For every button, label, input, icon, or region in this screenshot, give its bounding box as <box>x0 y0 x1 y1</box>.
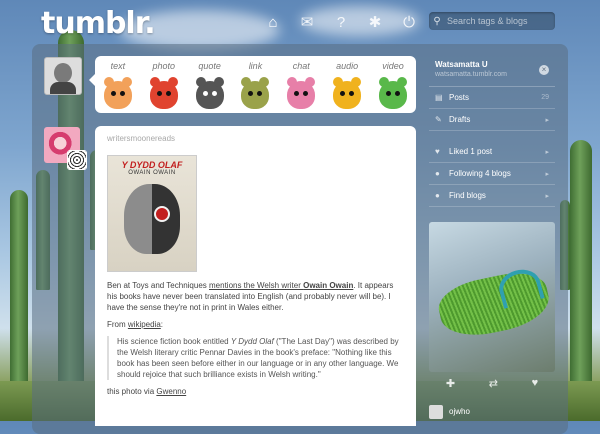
post-type-label: text <box>110 61 126 71</box>
wikipedia-link[interactable]: wikipedia <box>128 320 161 329</box>
book-title: Y DYDD OLAF <box>121 160 183 170</box>
book-author: OWAIN OWAIN <box>128 170 176 176</box>
dashboard-post: writersmoonereads Y DYDD OLAF OWAIN OWAI… <box>95 126 416 426</box>
text-mascot-icon <box>103 77 132 109</box>
chevron-right-icon: ▸ <box>545 192 549 200</box>
quote-text: His science fiction book entitled <box>117 337 231 346</box>
sidebar-item-label: Following 4 blogs <box>449 169 511 178</box>
post-type-audio-button[interactable]: audio <box>329 59 365 109</box>
search-icon: ⚲ <box>433 15 441 27</box>
power-icon[interactable]: ⏻ <box>392 12 426 32</box>
post-type-label: audio <box>336 61 359 71</box>
sidebar-item-label: Find blogs <box>449 191 486 200</box>
sidebar-item-label: Drafts <box>449 115 471 124</box>
help-icon[interactable]: ? <box>324 12 358 32</box>
new-post-bar: text photo quote link chat audio video <box>89 56 416 113</box>
sidebar-item-label: Posts <box>449 93 470 102</box>
posts-count: 29 <box>541 94 549 101</box>
chevron-right-icon: ▸ <box>545 170 549 178</box>
sidebar-item-following[interactable]: ● Following 4 blogs ▸ <box>429 163 555 185</box>
search-box: ⚲ <box>429 12 555 30</box>
post-type-label: chat <box>292 61 310 71</box>
add-icon[interactable]: ✚ <box>446 377 455 390</box>
photo-mascot-icon <box>149 77 178 109</box>
account-url: watsamatta.tumblr.com <box>435 71 507 78</box>
sidebar-item-drafts[interactable]: ✎ Drafts ▸ <box>429 109 555 131</box>
post-text: this photo via <box>107 387 157 396</box>
sidebar-item-likes[interactable]: ♥ Liked 1 post ▸ <box>429 141 555 163</box>
reblog-icon[interactable]: ⇄ <box>489 377 498 390</box>
post-type-chat-button[interactable]: chat <box>283 59 319 109</box>
quote-book-title: Y Dydd Olaf <box>230 337 274 346</box>
top-nav: ⌂ ✉ ? ✱ ⏻ <box>256 12 426 32</box>
tumblr-logo[interactable]: tumblr. <box>41 6 156 41</box>
post-type-text-button[interactable]: text <box>100 59 136 109</box>
heart-icon: ♥ <box>435 147 440 156</box>
sidebar-item-posts[interactable]: ▤ Posts 29 <box>429 87 555 109</box>
video-mascot-icon <box>378 77 407 109</box>
sidebar: Watsamatta U watsamatta.tumblr.com × ▤ Po… <box>429 56 555 207</box>
radar-actions: ✚ ⇄ ♥ <box>429 377 555 390</box>
post-photo[interactable]: Y DYDD OLAF OWAIN OWAIN <box>107 155 197 272</box>
quote-mascot-icon <box>195 77 224 109</box>
posts-icon: ▤ <box>435 93 443 102</box>
owain-owain-link[interactable]: Owain Owain <box>303 281 353 290</box>
drafts-icon: ✎ <box>435 115 442 124</box>
post-type-link-button[interactable]: link <box>237 59 273 109</box>
avatar <box>429 404 443 419</box>
post-body: Ben at Toys and Techniques mentions the … <box>107 280 404 403</box>
account-name: Watsamatta U <box>435 60 488 69</box>
people-icon: ● <box>435 191 440 200</box>
radar-photo[interactable] <box>429 222 555 372</box>
link-mascot-icon <box>241 77 270 109</box>
post-type-photo-button[interactable]: photo <box>146 59 182 109</box>
reblog-source-avatar[interactable] <box>67 150 87 170</box>
chevron-right-icon: ▸ <box>545 148 549 156</box>
post-type-label: quote <box>198 61 221 71</box>
post-text: : <box>160 320 164 329</box>
sidebar-item-find-blogs[interactable]: ● Find blogs ▸ <box>429 185 555 207</box>
mail-icon[interactable]: ✉ <box>290 12 324 32</box>
person-icon: ● <box>435 169 440 178</box>
post-username[interactable]: writersmoonereads <box>107 134 175 143</box>
close-icon[interactable]: × <box>539 65 549 75</box>
post-type-label: photo <box>152 61 176 71</box>
post-type-video-button[interactable]: video <box>375 59 411 109</box>
like-heart-icon[interactable]: ♥ <box>532 377 539 390</box>
audio-mascot-icon <box>333 77 362 109</box>
avatar[interactable] <box>44 57 82 95</box>
account-header[interactable]: Watsamatta U watsamatta.tumblr.com × <box>429 56 555 87</box>
radar-follower[interactable]: ojwho <box>429 402 555 421</box>
post-type-quote-button[interactable]: quote <box>192 59 228 109</box>
post-type-label: link <box>248 61 263 71</box>
cactus-right <box>560 140 592 421</box>
post-type-label: video <box>382 61 404 71</box>
follower-name: ojwho <box>449 407 470 416</box>
blockquote: His science fiction book entitled Y Dydd… <box>107 336 404 380</box>
via-link[interactable]: Gwenno <box>156 387 186 396</box>
mentions-link[interactable]: mentions the Welsh writer <box>209 281 303 290</box>
search-input[interactable] <box>445 15 553 27</box>
post-text: Ben at Toys and Techniques <box>107 281 209 290</box>
chat-mascot-icon <box>287 77 316 109</box>
home-icon[interactable]: ⌂ <box>256 12 290 32</box>
settings-gear-icon[interactable]: ✱ <box>358 12 392 32</box>
post-text: From <box>107 320 128 329</box>
chevron-right-icon: ▸ <box>545 116 549 124</box>
sidebar-item-label: Liked 1 post <box>449 147 493 156</box>
